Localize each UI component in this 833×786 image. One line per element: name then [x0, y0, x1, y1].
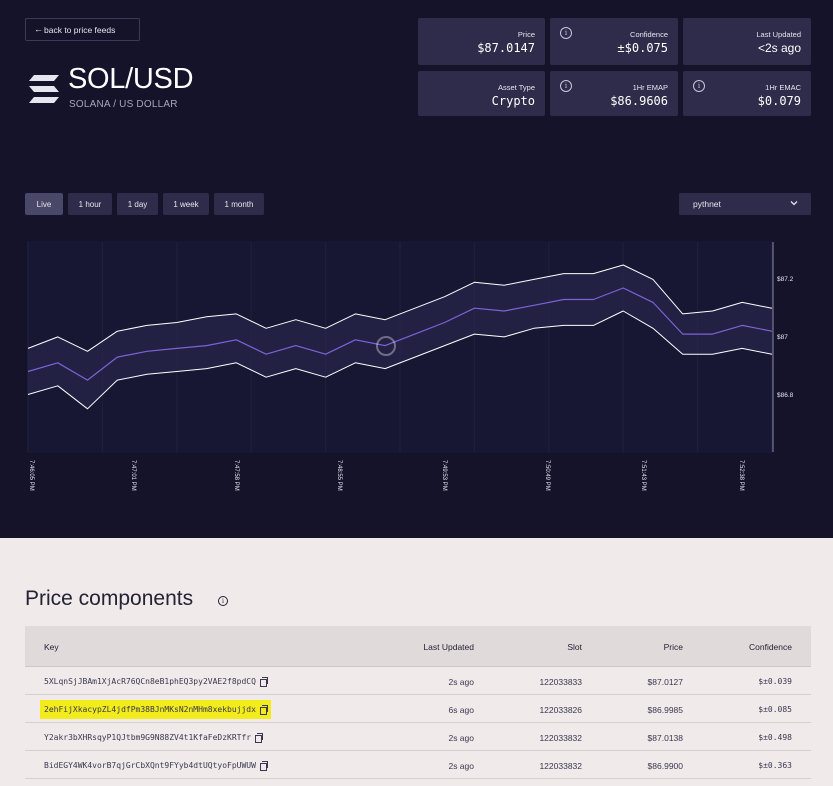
price-feed-header: ← back to price feeds SOL/USD SOLANA / U… [0, 0, 833, 538]
arrow-left-icon: ← [34, 24, 43, 34]
stat-label: Price [517, 30, 535, 39]
confidence-cell: $±0.085 [758, 705, 792, 714]
last-updated-cell: 2s ago [448, 677, 474, 687]
x-tick-label: 7:51:43 PM [640, 460, 646, 491]
range-1-month-button[interactable]: 1 month [214, 193, 264, 215]
copy-icon[interactable] [259, 676, 268, 687]
last-updated-cell: 2s ago [448, 733, 474, 743]
publisher-key: Y2akr3bXHRsqyP1QJtbm9G9N88ZV4t1KfaFeDzKR… [44, 733, 252, 742]
slot-cell: 122033832 [539, 733, 582, 743]
price-components-title: Price components [25, 587, 194, 610]
stat-value: $0.079 [757, 94, 801, 108]
price-components-table: Key Last Updated Slot Price Confidence 5… [25, 626, 811, 779]
publisher-key-cell: 5XLqnSjJBAm1XjAcR76QCn8eB1phEQ3py2VAE2f8… [40, 672, 271, 691]
stat-label: Last Updated [756, 30, 801, 39]
stat-value: $86.9606 [610, 94, 668, 108]
stat-label: Asset Type [498, 83, 535, 92]
table-row: BidEGY4WK4vorB7qjGrCbXQnt9FYyb4dtUQtyoFp… [25, 751, 811, 779]
back-to-price-feeds-button[interactable]: ← back to price feeds [25, 18, 140, 41]
last-updated-cell: 6s ago [448, 705, 474, 715]
table-row: Y2akr3bXHRsqyP1QJtbm9G9N88ZV4t1KfaFeDzKR… [25, 723, 811, 751]
price-chart [27, 242, 774, 452]
column-header-price: Price [663, 642, 683, 652]
y-tick-label: $86.8 [777, 392, 794, 399]
range-1-hour-button[interactable]: 1 hour [68, 193, 112, 215]
copy-icon[interactable] [259, 760, 268, 771]
price-cell: $86.9985 [647, 705, 683, 715]
confidence-cell: $±0.363 [758, 761, 792, 770]
confidence-cell: $±0.498 [758, 733, 792, 742]
slot-cell: 122033832 [539, 761, 582, 771]
stat-value: ±$0.075 [617, 41, 668, 55]
table-row: 2ehFijXkacypZL4jdfPm38BJnMKsN2nMHm8xekbu… [25, 695, 811, 723]
network-select[interactable]: pythnet [679, 193, 811, 215]
publisher-key-cell-highlighted: 2ehFijXkacypZL4jdfPm38BJnMKsN2nMHm8xekbu… [40, 700, 271, 719]
x-tick-label: 7:46:05 PM [28, 460, 34, 491]
page-title: SOL/USD [68, 63, 194, 95]
price-cell: $87.0138 [647, 733, 683, 743]
x-tick-label: 7:47:58 PM [233, 460, 239, 491]
range-1-week-button[interactable]: 1 week [163, 193, 209, 215]
y-tick-label: $87 [777, 334, 788, 341]
table-row: 5XLqnSjJBAm1XjAcR76QCn8eB1phEQ3py2VAE2f8… [25, 667, 811, 695]
stat-value: Crypto [491, 94, 535, 108]
x-tick-label: 7:48:55 PM [336, 460, 342, 491]
y-tick-label: $87.2 [777, 276, 794, 283]
info-icon[interactable]: i [693, 80, 705, 92]
stat-value: $87.0147 [477, 41, 535, 55]
x-tick-label: 7:52:38 PM [738, 460, 744, 491]
table-header: Key Last Updated Slot Price Confidence [25, 626, 811, 667]
info-icon[interactable]: i [560, 27, 572, 39]
copy-icon[interactable] [255, 732, 264, 743]
confidence-cell: $±0.039 [758, 677, 792, 686]
stat-card-asset-type: Asset Type Crypto [418, 71, 545, 116]
column-header-confidence: Confidence [748, 642, 792, 652]
column-header-key: Key [44, 642, 59, 652]
slot-cell: 122033833 [539, 677, 582, 687]
stat-card-price: Price $87.0147 [418, 18, 545, 65]
last-updated-cell: 2s ago [448, 761, 474, 771]
publisher-key: 5XLqnSjJBAm1XjAcR76QCn8eB1phEQ3py2VAE2f8… [44, 677, 256, 686]
stat-label: 1Hr EMAC [765, 83, 801, 92]
column-header-slot: Slot [567, 642, 582, 652]
publisher-key: 2ehFijXkacypZL4jdfPm38BJnMKsN2nMHm8xekbu… [44, 705, 256, 714]
page-subtitle: SOLANA / US DOLLAR [69, 99, 178, 110]
price-cell: $87.0127 [647, 677, 683, 687]
column-header-last-updated: Last Updated [423, 642, 474, 652]
stat-label: 1Hr EMAP [632, 83, 668, 92]
price-cell: $86.9900 [647, 761, 683, 771]
stat-card-emac: i 1Hr EMAC $0.079 [683, 71, 811, 116]
network-select-value: pythnet [693, 199, 721, 209]
stat-card-confidence: i Confidence ±$0.075 [550, 18, 678, 65]
stat-label: Confidence [630, 30, 668, 39]
stat-card-last-updated: Last Updated <2s ago [683, 18, 811, 65]
range-live-button[interactable]: Live [25, 193, 63, 215]
copy-icon[interactable] [259, 704, 268, 715]
info-icon[interactable]: i [218, 596, 228, 606]
publisher-key-cell: Y2akr3bXHRsqyP1QJtbm9G9N88ZV4t1KfaFeDzKR… [40, 728, 266, 747]
publisher-key: BidEGY4WK4vorB7qjGrCbXQnt9FYyb4dtUQtyoFp… [44, 761, 256, 770]
stat-card-emap: i 1Hr EMAP $86.9606 [550, 71, 678, 116]
x-tick-label: 7:49:53 PM [441, 460, 447, 491]
x-tick-label: 7:50:49 PM [544, 460, 550, 491]
chevron-down-icon [790, 201, 798, 206]
range-1-day-button[interactable]: 1 day [117, 193, 158, 215]
x-tick-label: 7:47:01 PM [130, 460, 136, 491]
info-icon[interactable]: i [560, 80, 572, 92]
stat-value: <2s ago [757, 41, 801, 55]
solana-logo-icon [29, 75, 59, 103]
slot-cell: 122033826 [539, 705, 582, 715]
publisher-key-cell: BidEGY4WK4vorB7qjGrCbXQnt9FYyb4dtUQtyoFp… [40, 756, 271, 775]
back-label: back to price feeds [44, 24, 116, 35]
